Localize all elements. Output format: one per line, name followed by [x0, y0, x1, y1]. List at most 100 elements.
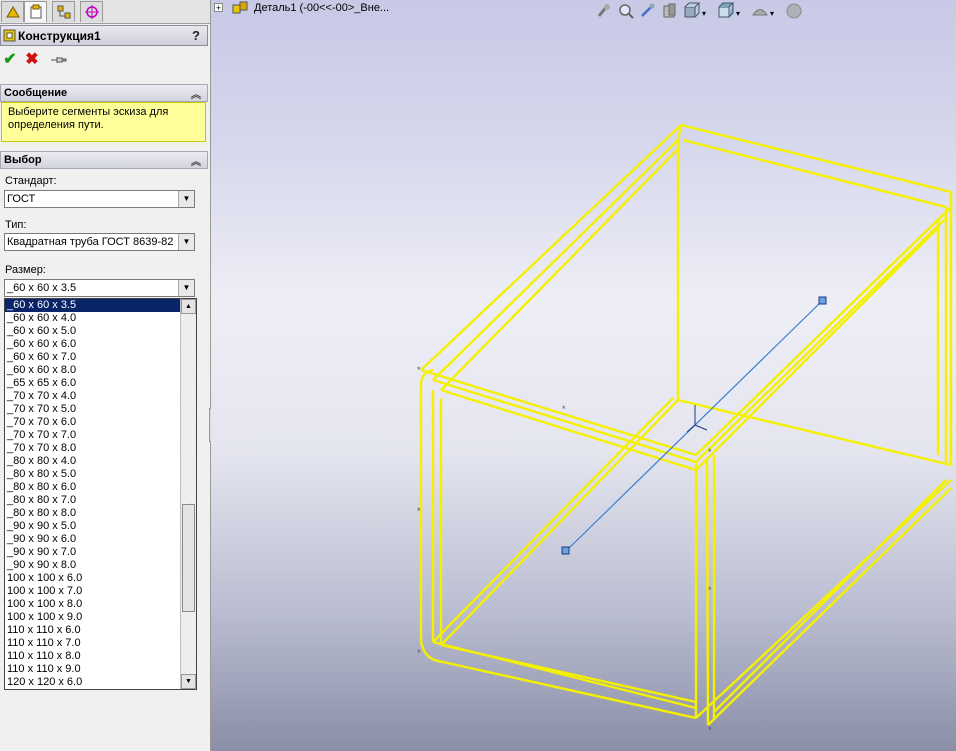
display-style-icon[interactable]: ▾ — [717, 2, 743, 23]
origin-icon — [686, 405, 708, 433]
scroll-down-arrow-icon[interactable]: ▼ — [181, 674, 196, 689]
collapse-chevron-icon[interactable]: ︽ — [191, 86, 201, 101]
svg-text:*: * — [417, 506, 421, 516]
property-icon — [30, 4, 41, 19]
sketch-endpoint-handle[interactable] — [561, 546, 570, 555]
property-manager-panel: Конструкция1 ? ✔ ✖ Сообщение ︽ Выберите … — [0, 0, 211, 751]
size-option[interactable]: _60 x 60 x 3.5 — [5, 299, 181, 312]
size-option[interactable]: 110 x 110 x 9.0 — [5, 663, 181, 676]
dimxpert-manager-tab[interactable] — [80, 1, 103, 22]
help-button[interactable]: ? — [192, 28, 200, 43]
svg-text:*: * — [708, 725, 712, 735]
svg-text:*: * — [417, 365, 421, 375]
size-option[interactable]: _80 x 80 x 4.0 — [5, 455, 181, 468]
size-option[interactable]: _60 x 60 x 7.0 — [5, 351, 181, 364]
property-manager-tab[interactable] — [24, 1, 47, 22]
svg-text:*: * — [562, 404, 566, 414]
cancel-button[interactable]: ✖ — [22, 50, 42, 70]
standard-label: Стандарт: — [5, 175, 57, 187]
view-orientation-icon[interactable]: ▾ — [683, 2, 709, 23]
svg-text:▾: ▾ — [736, 9, 740, 18]
size-option[interactable]: _90 x 90 x 5.0 — [5, 520, 181, 533]
previous-view-icon[interactable] — [639, 2, 657, 23]
size-label: Размер: — [5, 264, 46, 276]
svg-text:▾: ▾ — [770, 9, 774, 18]
selection-group-title: Выбор — [4, 154, 42, 166]
dropdown-arrow-icon[interactable]: ▼ — [178, 191, 194, 207]
hide-show-items-icon[interactable]: ▾ — [751, 2, 777, 23]
size-option[interactable]: _80 x 80 x 8.0 — [5, 507, 181, 520]
manager-tabs — [0, 0, 210, 24]
action-bar: ✔ ✖ — [0, 50, 208, 72]
size-option[interactable]: 120 x 120 x 6.0 — [5, 676, 181, 689]
size-option[interactable]: 100 x 100 x 8.0 — [5, 598, 181, 611]
type-label: Тип: — [5, 219, 27, 231]
message-group-title: Сообщение — [4, 87, 68, 99]
size-option[interactable]: 110 x 110 x 6.0 — [5, 624, 181, 637]
model-viewport: * * * * * * * — [417, 123, 953, 735]
feature-manager-tab[interactable] — [1, 1, 24, 22]
size-option[interactable]: _80 x 80 x 5.0 — [5, 468, 181, 481]
collapse-chevron-icon[interactable]: ︽ — [191, 153, 201, 168]
type-combobox[interactable]: Квадратная труба ГОСТ 8639-82 ▼ — [4, 233, 195, 251]
svg-text:▾: ▾ — [702, 9, 706, 18]
scrollbar-thumb[interactable] — [182, 504, 195, 612]
ok-button[interactable]: ✔ — [0, 50, 20, 70]
size-option[interactable]: _70 x 70 x 8.0 — [5, 442, 181, 455]
size-option[interactable]: _65 x 65 x 6.0 — [5, 377, 181, 390]
svg-text:*: * — [417, 648, 421, 658]
dropdown-arrow-icon[interactable]: ▼ — [178, 280, 194, 296]
size-option[interactable]: _60 x 60 x 8.0 — [5, 364, 181, 377]
crosshair-icon — [84, 5, 99, 19]
pin-button[interactable] — [48, 50, 68, 70]
zoom-to-fit-icon[interactable] — [595, 2, 613, 23]
size-option[interactable]: 110 x 110 x 8.0 — [5, 650, 181, 663]
zoom-area-icon[interactable] — [617, 2, 635, 23]
size-option[interactable]: 100 x 100 x 6.0 — [5, 572, 181, 585]
size-combobox[interactable]: _60 x 60 x 3.5 ▼ — [4, 279, 195, 297]
size-option[interactable]: 100 x 100 x 9.0 — [5, 611, 181, 624]
svg-text:*: * — [708, 447, 712, 457]
selection-group-header[interactable]: Выбор ︽ — [0, 151, 208, 169]
standard-value: ГОСТ — [7, 193, 36, 205]
feature-title-bar: Конструкция1 ? — [0, 25, 208, 46]
configuration-icon — [57, 5, 70, 19]
size-option[interactable]: _60 x 60 x 5.0 — [5, 325, 181, 338]
size-options: _60 x 60 x 3.5 _60 x 60 x 4.0 _60 x 60 x 5… — [5, 299, 181, 689]
feature-title: Конструкция1 — [18, 29, 101, 43]
weldment-frame[interactable] — [419, 123, 953, 726]
size-option[interactable]: _80 x 80 x 6.0 — [5, 481, 181, 494]
size-option[interactable]: _70 x 70 x 6.0 — [5, 416, 181, 429]
dropdown-arrow-icon[interactable]: ▼ — [178, 234, 194, 250]
size-option[interactable]: _70 x 70 x 5.0 — [5, 403, 181, 416]
size-option[interactable]: _90 x 90 x 6.0 — [5, 533, 181, 546]
size-option[interactable]: 110 x 110 x 7.0 — [5, 637, 181, 650]
pushpin-icon — [51, 57, 67, 63]
configuration-manager-tab[interactable] — [52, 1, 75, 22]
size-option[interactable]: _70 x 70 x 4.0 — [5, 390, 181, 403]
part-name-label: Деталь1 (-00<<-00>_Вне... — [254, 2, 390, 14]
size-option[interactable]: _60 x 60 x 4.0 — [5, 312, 181, 325]
type-value: Квадратная труба ГОСТ 8639-82 — [7, 236, 174, 248]
size-option[interactable]: _90 x 90 x 7.0 — [5, 546, 181, 559]
appearance-icon[interactable] — [785, 2, 803, 23]
section-view-icon[interactable] — [661, 2, 679, 23]
size-dropdown-list[interactable]: _60 x 60 x 3.5 _60 x 60 x 4.0 _60 x 60 x 5… — [4, 298, 197, 690]
size-value: _60 x 60 x 3.5 — [7, 282, 77, 294]
svg-text:*: * — [708, 585, 712, 595]
standard-combobox[interactable]: ГОСТ ▼ — [4, 190, 195, 208]
message-text: Выберите сегменты эскиза для определения… — [1, 102, 206, 142]
expand-toggle[interactable]: + — [214, 3, 223, 13]
sketch-endpoint-handle[interactable] — [818, 296, 827, 305]
graphics-area[interactable]: * * * * * * * + Деталь1 (-00<<-00>_Вне... ▾ ▾ … — [211, 0, 956, 751]
size-option[interactable]: _60 x 60 x 6.0 — [5, 338, 181, 351]
feature-tree-icon — [5, 6, 20, 18]
size-option[interactable]: _70 x 70 x 7.0 — [5, 429, 181, 442]
message-group-header[interactable]: Сообщение ︽ — [0, 84, 208, 102]
size-option[interactable]: _90 x 90 x 8.0 — [5, 559, 181, 572]
size-option[interactable]: _80 x 80 x 7.0 — [5, 494, 181, 507]
dropdown-scrollbar[interactable]: ▲ ▼ — [180, 299, 196, 689]
structural-member-icon — [3, 29, 16, 42]
size-option[interactable]: 100 x 100 x 7.0 — [5, 585, 181, 598]
scroll-up-arrow-icon[interactable]: ▲ — [181, 299, 196, 314]
